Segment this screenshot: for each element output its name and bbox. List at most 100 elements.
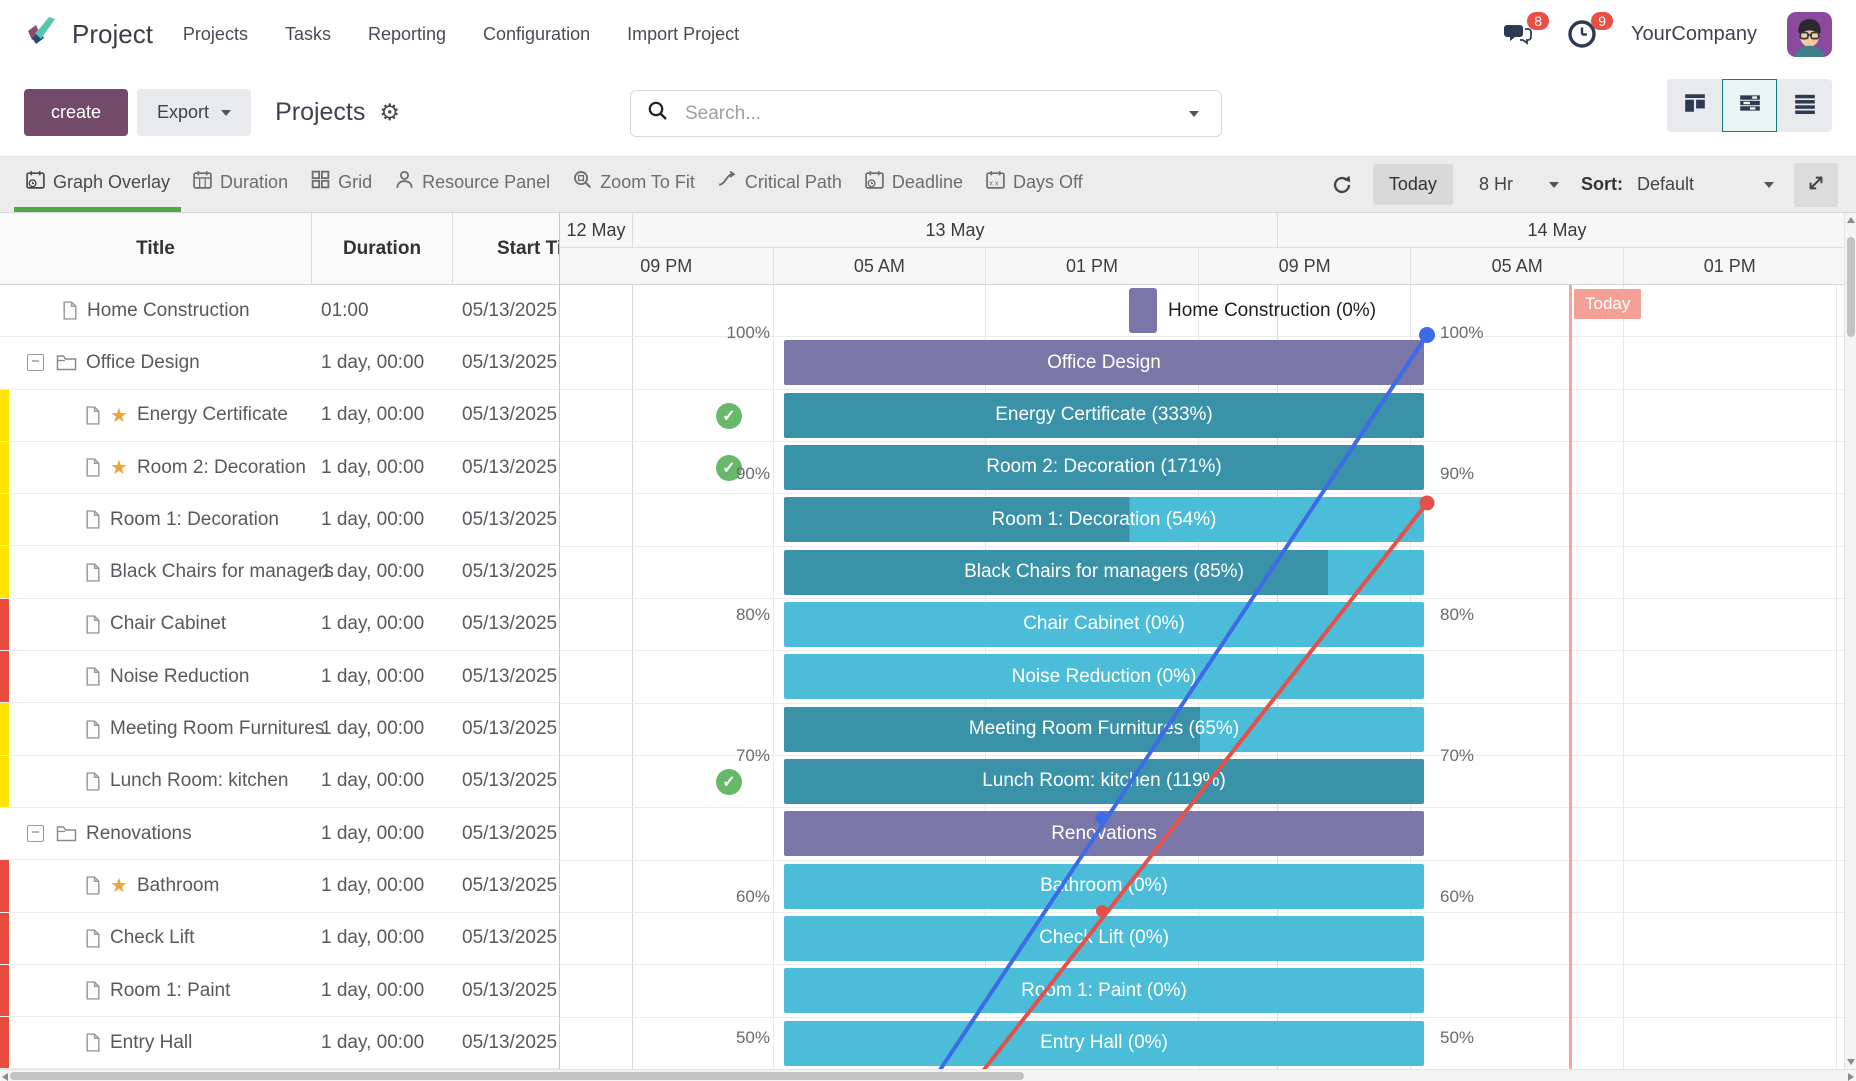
messages-button[interactable]: 8 — [1503, 19, 1537, 51]
app-brand[interactable]: Project — [24, 14, 153, 55]
today-button[interactable]: Today — [1373, 164, 1453, 205]
task-start-date: 05/13/2025 — [462, 651, 557, 702]
refresh-button[interactable] — [1317, 174, 1367, 196]
column-header-start[interactable]: Start Time — [453, 213, 559, 285]
gantt-bar-black-chairs-for-managers[interactable]: Black Chairs for managers (85%) — [784, 550, 1424, 595]
task-title: Room 1: Decoration — [110, 509, 279, 531]
task-duration: 01:00 — [321, 285, 369, 336]
scroll-right-arrow[interactable] — [1848, 1073, 1854, 1081]
grid-button[interactable]: Grid — [299, 157, 383, 212]
graph-overlay-button[interactable]: Graph Overlay — [14, 157, 181, 212]
star-icon[interactable]: ★ — [110, 403, 128, 428]
duration-button[interactable]: Duration — [181, 157, 299, 212]
gantt-bar-noise-reduction[interactable]: Noise Reduction (0%) — [784, 654, 1424, 699]
table-row-chair-cabinet[interactable]: Chair Cabinet1 day, 00:0005/13/2025 — [0, 599, 559, 651]
percent-axis-left-80: 80% — [560, 605, 770, 625]
menu-configuration[interactable]: Configuration — [483, 24, 590, 45]
scroll-down-arrow[interactable] — [1847, 1059, 1855, 1065]
resource-panel-button[interactable]: Resource Panel — [383, 157, 561, 212]
days-off-button[interactable]: x xDays Off — [974, 157, 1094, 212]
search-filter-expand-button[interactable] — [1177, 94, 1211, 134]
gantt-bar-room-1-paint[interactable]: Room 1: Paint (0%) — [784, 968, 1424, 1013]
table-row-energy-certificate[interactable]: ★Energy Certificate1 day, 00:0005/13/202… — [0, 390, 559, 442]
collapse-toggle-icon[interactable]: − — [27, 825, 44, 842]
vertical-scrollbar[interactable] — [1844, 213, 1856, 1069]
table-row-noise-reduction[interactable]: Noise Reduction1 day, 00:0005/13/2025 — [0, 651, 559, 703]
deadline-button[interactable]: Deadline — [853, 157, 974, 212]
gantt-bar-entry-hall[interactable]: Entry Hall (0%) — [784, 1021, 1424, 1066]
timeline-hour-row: 09 PM05 AM01 PM09 PM05 AM01 PM — [560, 248, 1844, 285]
menu-import-project[interactable]: Import Project — [627, 24, 739, 45]
toolbar-tab-label: Zoom To Fit — [600, 172, 695, 193]
gantt-bar-check-lift[interactable]: Check Lift (0%) — [784, 916, 1424, 961]
gantt-bar-energy-certificate[interactable]: Energy Certificate (333%) — [784, 393, 1424, 438]
menu-tasks[interactable]: Tasks — [285, 24, 331, 45]
milestone-marker[interactable] — [1129, 288, 1157, 333]
table-row-renovations[interactable]: −Renovations1 day, 00:0005/13/2025 — [0, 808, 559, 860]
critical-path-button[interactable]: Critical Path — [706, 157, 853, 212]
star-icon[interactable]: ★ — [110, 873, 128, 898]
percent-axis-right-50: 50% — [1440, 1028, 1474, 1048]
table-row-entry-hall[interactable]: Entry Hall1 day, 00:0005/13/2025 — [0, 1017, 559, 1069]
kanban-view-button[interactable] — [1667, 79, 1722, 132]
table-row-room-1-decoration[interactable]: Room 1: Decoration1 day, 00:0005/13/2025 — [0, 494, 559, 546]
create-button[interactable]: create — [24, 89, 128, 136]
horizontal-scrollbar[interactable] — [0, 1069, 1856, 1081]
hour-header-3: 09 PM — [1198, 248, 1411, 285]
gantt-bar-lunch-room-kitchen[interactable]: Lunch Room: kitchen (119%) — [784, 759, 1424, 804]
star-icon[interactable]: ★ — [110, 455, 128, 480]
user-avatar[interactable] — [1787, 12, 1832, 57]
percent-axis-right-90: 90% — [1440, 464, 1474, 484]
table-row-bathroom[interactable]: ★Bathroom1 day, 00:0005/13/2025 — [0, 860, 559, 912]
file-icon — [85, 458, 101, 477]
gantt-bar-bathroom[interactable]: Bathroom (0%) — [784, 864, 1424, 909]
task-start-date: 05/13/2025 — [462, 860, 557, 911]
scroll-left-arrow[interactable] — [2, 1073, 8, 1081]
task-title: Entry Hall — [110, 1032, 192, 1054]
search-input[interactable] — [683, 102, 1177, 126]
priority-stripe-yellow — [0, 756, 9, 807]
table-row-lunch-room-kitchen[interactable]: Lunch Room: kitchen1 day, 00:0005/13/202… — [0, 756, 559, 808]
gantt-bar-office-design[interactable]: Office Design — [784, 340, 1424, 385]
scale-select[interactable]: 8 Hr — [1479, 174, 1559, 195]
gantt-bar-renovations[interactable]: Renovations — [784, 811, 1424, 856]
zoom-to-fit-button[interactable]: Zoom To Fit — [561, 157, 706, 212]
expand-button[interactable] — [1794, 163, 1838, 207]
gantt-view-button[interactable] — [1722, 79, 1777, 132]
column-header-title[interactable]: Title — [0, 213, 312, 285]
calendar-overlay-icon — [25, 169, 46, 195]
sort-select[interactable]: Sort: Default — [1581, 174, 1774, 195]
gantt-bar-room-1-decoration[interactable]: Room 1: Decoration (54%) — [784, 497, 1424, 542]
task-start-date: 05/13/2025 — [462, 756, 557, 807]
task-done-check-icon: ✓ — [716, 769, 742, 795]
gantt-bar-room-2-decoration[interactable]: Room 2: Decoration (171%) — [784, 445, 1424, 490]
table-row-black-chairs-for-managers[interactable]: Black Chairs for managers1 day, 00:0005/… — [0, 546, 559, 598]
horizontal-scrollbar-thumb[interactable] — [10, 1072, 1024, 1080]
table-row-room-1-paint[interactable]: Room 1: Paint1 day, 00:0005/13/2025 — [0, 965, 559, 1017]
gantt-bar-label: Room 1: Paint (0%) — [1021, 980, 1187, 1002]
table-row-office-design[interactable]: −Office Design1 day, 00:0005/13/2025 — [0, 337, 559, 389]
gantt-bar-chair-cabinet[interactable]: Chair Cabinet (0%) — [784, 602, 1424, 647]
scroll-up-arrow[interactable] — [1847, 217, 1855, 223]
column-header-duration[interactable]: Duration — [312, 213, 453, 285]
export-button[interactable]: Export — [137, 89, 251, 136]
gantt-row-renovations: Renovations — [560, 808, 1844, 860]
gear-icon[interactable]: ⚙ — [379, 101, 400, 124]
gantt-bar-meeting-room-furnitures[interactable]: Meeting Room Furnitures (65%) — [784, 707, 1424, 752]
table-row-room-2-decoration[interactable]: ★Room 2: Decoration1 day, 00:0005/13/202… — [0, 442, 559, 494]
table-row-check-lift[interactable]: Check Lift1 day, 00:0005/13/2025 — [0, 913, 559, 965]
vertical-scrollbar-thumb[interactable] — [1847, 237, 1855, 337]
table-row-home-construction[interactable]: Home Construction01:0005/13/2025 — [0, 285, 559, 337]
task-grid: Home Construction01:0005/13/2025−Office … — [0, 285, 559, 1070]
task-title: Check Lift — [110, 927, 194, 949]
file-icon — [85, 1033, 101, 1052]
table-row-meeting-room-furnitures[interactable]: Meeting Room Furnitures1 day, 00:0005/13… — [0, 703, 559, 755]
menu-reporting[interactable]: Reporting — [368, 24, 446, 45]
clock-icon — [1567, 36, 1597, 53]
menu-projects[interactable]: Projects — [183, 24, 248, 45]
hour-header-5: 01 PM — [1623, 248, 1836, 285]
company-name[interactable]: YourCompany — [1631, 23, 1757, 46]
collapse-toggle-icon[interactable]: − — [27, 354, 44, 371]
list-view-button[interactable] — [1777, 79, 1832, 132]
activities-button[interactable]: 9 — [1567, 19, 1601, 51]
